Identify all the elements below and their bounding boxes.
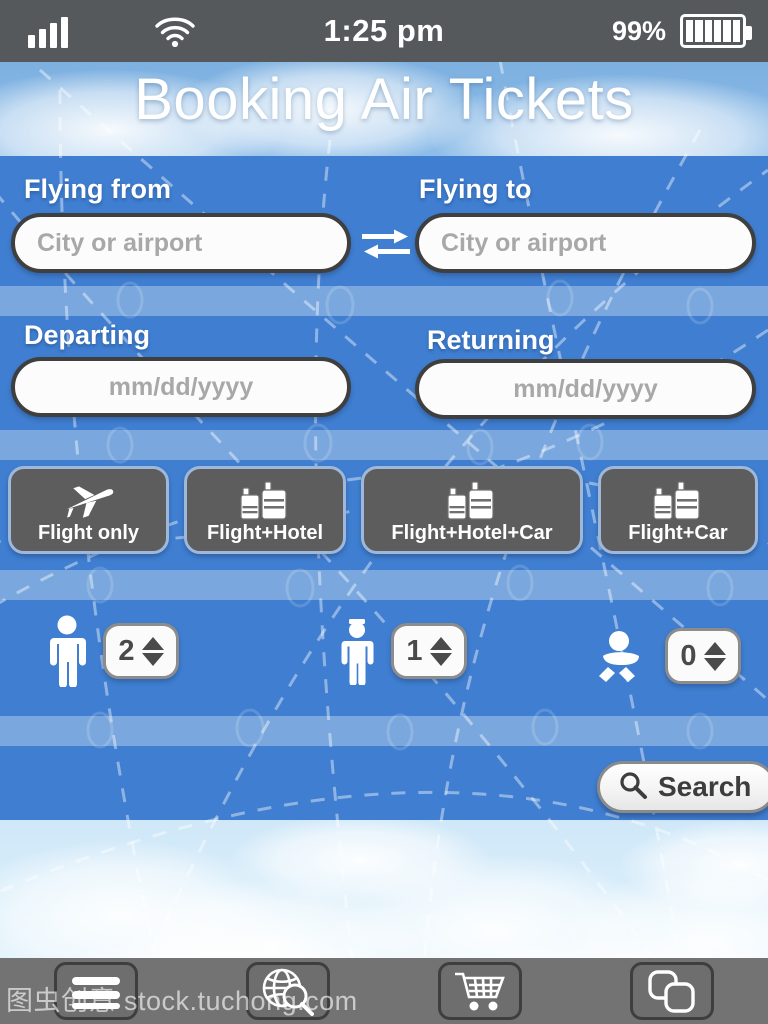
trip-type-label: Flight+Car bbox=[628, 522, 728, 544]
adults-stepper[interactable]: 2 bbox=[103, 623, 179, 679]
passenger-infants: 0 bbox=[595, 628, 741, 684]
trip-type-label: Flight+Hotel bbox=[206, 522, 324, 544]
trip-type-flight-only[interactable]: Flight only bbox=[8, 466, 169, 554]
children-stepper[interactable]: 1 bbox=[391, 623, 467, 679]
trip-type-label: Flight+Hotel+Car bbox=[391, 522, 553, 544]
passenger-children: 1 bbox=[337, 617, 467, 685]
shopping-cart-icon[interactable] bbox=[438, 962, 522, 1020]
stepper-arrows-icon[interactable] bbox=[141, 636, 164, 666]
bottom-nav-bar bbox=[0, 958, 768, 1024]
adults-count: 2 bbox=[118, 634, 135, 667]
status-bar: 1:25 pm 99% bbox=[0, 0, 768, 62]
departing-label: Departing bbox=[24, 320, 151, 350]
status-time: 1:25 pm bbox=[323, 13, 445, 48]
infants-stepper[interactable]: 0 bbox=[665, 628, 741, 684]
returning-date-input[interactable]: mm/dd/yyyy bbox=[415, 359, 756, 419]
flying-from-input[interactable]: City or airport bbox=[11, 213, 351, 273]
trip-type-flight-car[interactable]: Flight+Car bbox=[598, 466, 758, 554]
decrement-icon[interactable] bbox=[703, 657, 726, 671]
nav-item-menu[interactable] bbox=[0, 962, 192, 1020]
nav-item-explore[interactable] bbox=[192, 962, 384, 1020]
nav-item-cart[interactable] bbox=[384, 962, 576, 1020]
swap-arrows-icon[interactable] bbox=[360, 222, 412, 266]
luggage-icon bbox=[447, 479, 497, 523]
battery-icon bbox=[680, 14, 752, 48]
luggage-icon bbox=[653, 479, 703, 523]
increment-icon[interactable] bbox=[703, 641, 726, 655]
stepper-arrows-icon[interactable] bbox=[429, 636, 452, 666]
trip-type-flight-hotel-car[interactable]: Flight+Hotel+Car bbox=[361, 466, 583, 554]
overlapping-squares-icon[interactable] bbox=[630, 962, 714, 1020]
adult-person-icon bbox=[45, 615, 89, 687]
globe-search-icon[interactable] bbox=[246, 962, 330, 1020]
infants-count: 0 bbox=[680, 639, 697, 672]
flying-to-input[interactable]: City or airport bbox=[415, 213, 756, 273]
departing-date-input[interactable]: mm/dd/yyyy bbox=[11, 357, 351, 417]
trip-type-label: Flight only bbox=[37, 522, 140, 544]
flying-to-label: Flying to bbox=[419, 174, 532, 204]
increment-icon[interactable] bbox=[429, 636, 452, 650]
passenger-adults: 2 bbox=[45, 615, 179, 687]
decrement-icon[interactable] bbox=[141, 652, 164, 666]
child-person-icon bbox=[337, 617, 377, 685]
airplane-icon bbox=[62, 479, 116, 523]
search-label: Search bbox=[658, 771, 752, 802]
nav-item-windows[interactable] bbox=[576, 962, 768, 1020]
search-button[interactable]: Search bbox=[597, 761, 768, 813]
magnifier-icon bbox=[618, 770, 648, 805]
infant-baby-icon bbox=[595, 629, 651, 683]
app-root: 1:25 pm 99% Booking Air Tickets Flying f… bbox=[0, 0, 768, 1024]
decrement-icon[interactable] bbox=[429, 652, 452, 666]
returning-label: Returning bbox=[427, 325, 555, 355]
luggage-icon bbox=[240, 479, 290, 523]
increment-icon[interactable] bbox=[141, 636, 164, 650]
children-count: 1 bbox=[406, 634, 423, 667]
trip-type-flight-hotel[interactable]: Flight+Hotel bbox=[184, 466, 346, 554]
page-title: Booking Air Tickets bbox=[134, 67, 634, 132]
hamburger-menu-icon[interactable] bbox=[54, 962, 138, 1020]
stepper-arrows-icon[interactable] bbox=[703, 641, 726, 671]
flying-from-label: Flying from bbox=[24, 174, 171, 204]
